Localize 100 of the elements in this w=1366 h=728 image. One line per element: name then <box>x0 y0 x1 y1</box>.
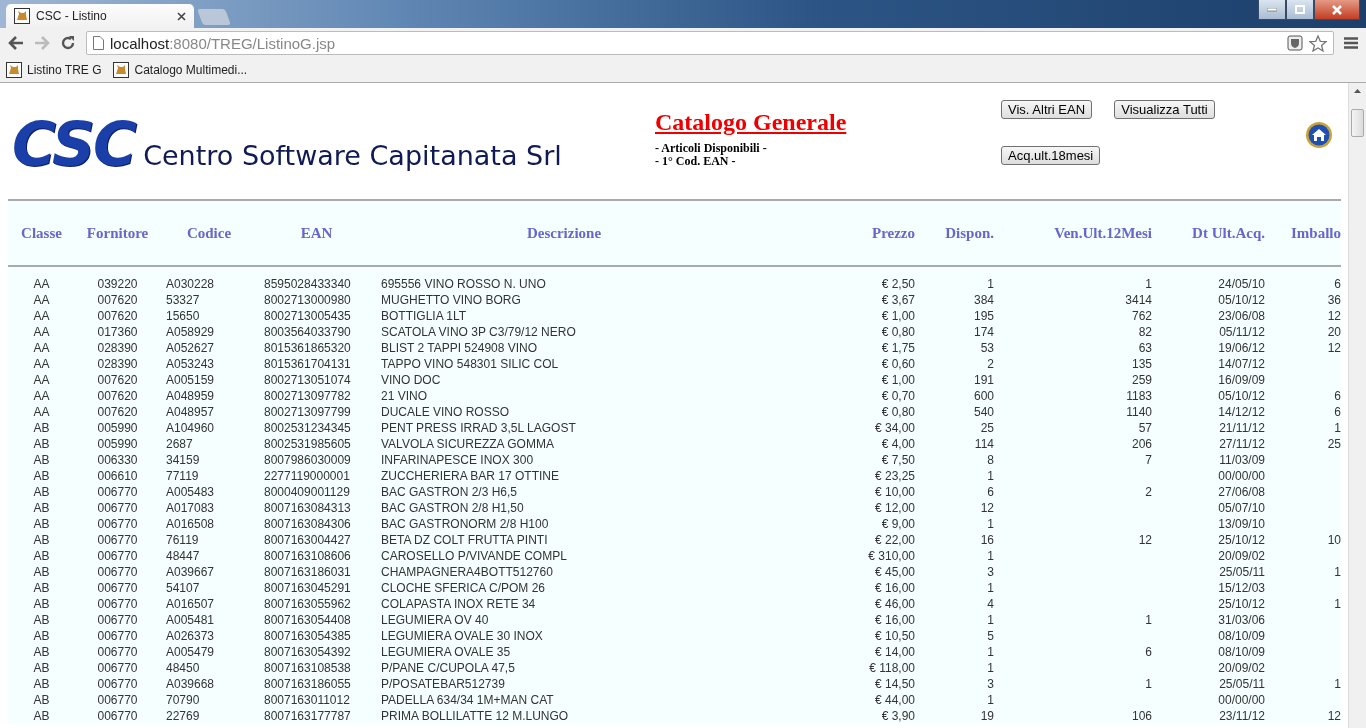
table-cell: € 16,00 <box>753 580 921 596</box>
table-cell: 22769 <box>160 708 258 724</box>
column-header: Prezzo <box>753 200 921 266</box>
table-cell: 695556 VINO ROSSO N. UNO <box>375 276 753 292</box>
table-cell: 6 <box>1281 404 1341 420</box>
table-cell: ZUCCHERIERA BAR 17 OTTINE <box>375 468 753 484</box>
close-icon <box>1332 4 1342 15</box>
minimize-button[interactable] <box>1258 0 1286 20</box>
table-cell: 19 <box>921 708 1000 724</box>
table-cell: 16/09/09 <box>1164 372 1281 388</box>
table-cell: 1 <box>921 612 1000 628</box>
table-cell: AB <box>8 468 75 484</box>
table-cell: 3 <box>921 676 1000 692</box>
star-icon[interactable] <box>1309 34 1327 52</box>
table-cell: CHAMPAGNERA4BOTT512760 <box>375 564 753 580</box>
table-cell: 1183 <box>1000 388 1164 404</box>
column-header: Dispon. <box>921 200 1000 266</box>
reload-icon[interactable] <box>60 35 76 51</box>
table-cell: 005990 <box>75 420 160 436</box>
table-cell: 8007163108606 <box>258 548 375 564</box>
table-cell: 8002713051074 <box>258 372 375 388</box>
table-cell: € 44,00 <box>753 692 921 708</box>
table-cell: 13/09/10 <box>1164 516 1281 532</box>
table-cell: 23/11/12 <box>1164 708 1281 724</box>
close-icon[interactable] <box>177 11 186 21</box>
table-cell: € 0,80 <box>753 324 921 340</box>
scrollbar[interactable] <box>1348 83 1366 728</box>
address-bar[interactable]: localhost:8080/TREG/ListinoG.jsp <box>86 31 1334 55</box>
table-cell: 006770 <box>75 708 160 724</box>
table-cell: MUGHETTO VINO BORG <box>375 292 753 308</box>
home-icon[interactable] <box>1305 121 1333 149</box>
table-cell: 48450 <box>160 660 258 676</box>
table-cell: 25/05/11 <box>1164 676 1281 692</box>
filter-button[interactable]: Vis. Altri EAN <box>1001 100 1093 119</box>
table-cell: 1 <box>921 548 1000 564</box>
table-cell: 10 <box>1281 532 1341 548</box>
table-cell: 005990 <box>75 436 160 452</box>
table-cell: LEGUMIERA OVALE 35 <box>375 644 753 660</box>
table-cell: 15/12/03 <box>1164 580 1281 596</box>
maximize-button[interactable] <box>1286 0 1314 20</box>
table-cell: 1 <box>1281 564 1341 580</box>
table-cell: PRIMA BOLLILATTE 12 M.LUNGO <box>375 708 753 724</box>
column-header: Descrizione <box>375 200 753 266</box>
scroll-up-icon[interactable] <box>1354 89 1361 93</box>
table-cell: A016508 <box>160 516 258 532</box>
table-cell: LEGUMIERA OV 40 <box>375 612 753 628</box>
browser-tab[interactable]: CSC - Listino <box>6 4 194 28</box>
table-cell: 1 <box>1281 596 1341 612</box>
table-cell: 12 <box>1281 340 1341 356</box>
table-cell: AA <box>8 276 75 292</box>
close-window-button[interactable] <box>1314 0 1360 20</box>
minimize-icon <box>1267 7 1277 12</box>
table-cell: 1 <box>921 644 1000 660</box>
scroll-thumb[interactable] <box>1351 109 1364 137</box>
table-cell: € 1,75 <box>753 340 921 356</box>
table-cell: 36 <box>1281 292 1341 308</box>
table-cell: 8595028433340 <box>258 276 375 292</box>
table-cell: P/POSATEBAR512739 <box>375 676 753 692</box>
table-cell: 27/06/08 <box>1164 484 1281 500</box>
table-cell: 600 <box>921 388 1000 404</box>
table-cell: 1 <box>921 516 1000 532</box>
table-cell: A039667 <box>160 564 258 580</box>
table-cell: € 14,50 <box>753 676 921 692</box>
table-cell: 12 <box>921 500 1000 516</box>
table-cell: VALVOLA SICUREZZA GOMMA <box>375 436 753 452</box>
table-cell: AB <box>8 676 75 692</box>
table-cell: 34159 <box>160 452 258 468</box>
bookmark-link[interactable]: Catalogo Multimedi... <box>113 62 248 78</box>
table-cell: SCATOLA VINO 3P C3/79/12 NERO <box>375 324 753 340</box>
table-cell: BLIST 2 TAPPI 524908 VINO <box>375 340 753 356</box>
bookmark-link[interactable]: Listino TRE G <box>6 62 102 78</box>
menu-icon[interactable] <box>1344 37 1358 49</box>
shield-icon[interactable] <box>1287 35 1303 51</box>
table-cell: 8007163108538 <box>258 660 375 676</box>
cat-favicon-icon <box>6 62 22 78</box>
table-cell: 6 <box>1000 644 1164 660</box>
table-cell: A048957 <box>160 404 258 420</box>
table-cell: € 310,00 <box>753 548 921 564</box>
table-cell: 00/00/00 <box>1164 468 1281 484</box>
table-cell: € 0,80 <box>753 404 921 420</box>
table-cell: BAC GASTRONORM 2/8 H100 <box>375 516 753 532</box>
column-header: Codice <box>160 200 258 266</box>
catalog-title[interactable]: Catalogo Generale <box>655 109 847 136</box>
table-cell: 006770 <box>75 676 160 692</box>
table-cell: 1 <box>921 660 1000 676</box>
table-cell: 20/09/02 <box>1164 660 1281 676</box>
table-cell: 1 <box>921 580 1000 596</box>
table-cell: 82 <box>1000 324 1164 340</box>
table-cell: A005479 <box>160 644 258 660</box>
filter-button[interactable]: Acq.ult.18mesi <box>1001 146 1101 165</box>
table-cell: 4 <box>921 596 1000 612</box>
table-cell: 53327 <box>160 292 258 308</box>
back-arrow-icon[interactable] <box>8 36 24 50</box>
table-cell: 16 <box>921 532 1000 548</box>
table-cell: 25 <box>921 420 1000 436</box>
table-cell: 007620 <box>75 292 160 308</box>
table-cell: 20/09/02 <box>1164 548 1281 564</box>
table-cell: 8007163055962 <box>258 596 375 612</box>
table-cell: 21 VINO <box>375 388 753 404</box>
filter-button[interactable]: Visualizza Tutti <box>1114 100 1215 119</box>
